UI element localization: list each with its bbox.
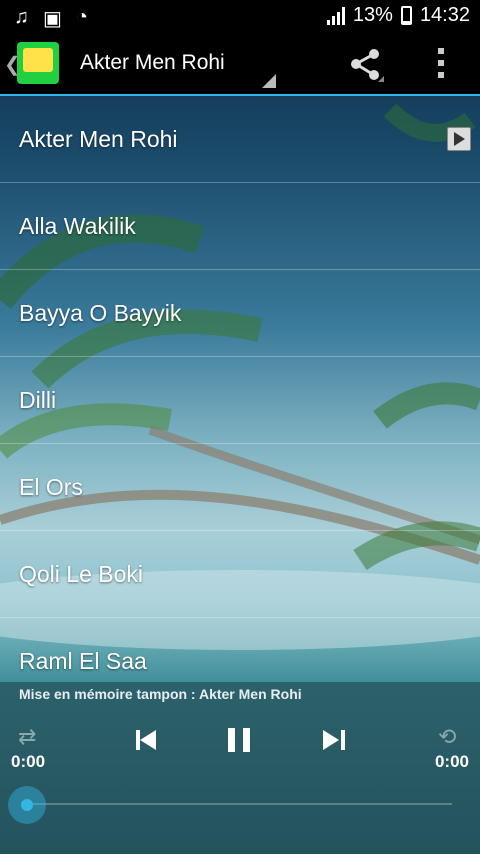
song-title: Alla Wakilik <box>19 213 136 239</box>
overflow-menu-icon[interactable] <box>438 48 444 78</box>
battery-icon <box>400 6 412 25</box>
next-button[interactable] <box>323 730 345 750</box>
list-item[interactable]: Qoli Le Boki <box>0 531 480 618</box>
elapsed-time: 0:00 <box>11 752 46 771</box>
repeat-icon[interactable]: ⟲ <box>438 724 456 750</box>
song-title: Raml El Saa <box>19 648 147 674</box>
dropdown-indicator-icon[interactable] <box>262 74 276 88</box>
share-icon[interactable] <box>350 48 388 87</box>
music-note-icon: ♫ <box>14 6 29 28</box>
shuffle-icon[interactable]: ⇄ <box>18 724 36 750</box>
status-bar: ♫ ▣ ◔ 13% 14:32 <box>0 0 480 34</box>
signal-icon <box>326 6 345 25</box>
song-title: Dilli <box>19 387 57 413</box>
image-icon: ▣ <box>43 8 62 30</box>
total-time: 0:00 <box>434 752 469 771</box>
buffering-status: Mise en mémoire tampon : Akter Men Rohi <box>19 686 302 702</box>
song-title: El Ors <box>19 474 83 500</box>
app-title[interactable]: Akter Men Rohi <box>80 51 225 75</box>
list-item[interactable]: Akter Men Rohi <box>0 96 480 183</box>
list-item[interactable]: Bayya O Bayyik <box>0 270 480 357</box>
battery-percent: 13% <box>352 4 393 26</box>
now-playing-icon <box>447 127 471 151</box>
action-bar: ❮ Akter Men Rohi <box>0 34 480 96</box>
list-item[interactable]: El Ors <box>0 444 480 531</box>
clock: 14:32 <box>419 4 470 26</box>
pause-button[interactable] <box>228 728 250 752</box>
seek-thumb[interactable] <box>8 786 46 824</box>
chat-icon: ◔ <box>75 6 88 28</box>
song-list: Akter Men Rohi Alla Wakilik Bayya O Bayy… <box>0 96 480 704</box>
song-title: Akter Men Rohi <box>19 126 178 152</box>
previous-button[interactable] <box>136 730 158 750</box>
list-item[interactable]: Alla Wakilik <box>0 183 480 270</box>
song-title: Bayya O Bayyik <box>19 300 182 326</box>
player-panel: Mise en mémoire tampon : Akter Men Rohi … <box>0 682 480 854</box>
seek-bar[interactable] <box>28 803 452 805</box>
app-logo[interactable] <box>17 42 59 84</box>
list-item[interactable]: Dilli <box>0 357 480 444</box>
song-title: Qoli Le Boki <box>19 561 144 587</box>
